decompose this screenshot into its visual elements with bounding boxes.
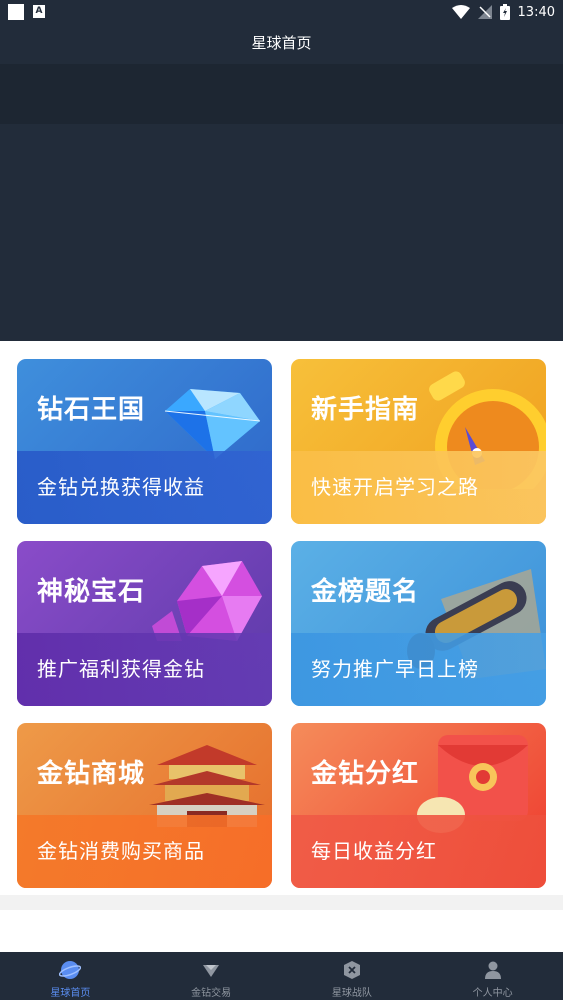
bottom-tab-bar: 星球首页 金钻交易 星球战队 个人中心 [0,952,563,1000]
card-title: 金榜题名 [311,577,420,607]
sub-header [0,64,563,124]
card-diamond-kingdom[interactable]: 钻石王国 金钻兑换获得收益 [17,359,272,524]
wifi-icon [451,5,470,19]
battery-icon [499,4,510,20]
card-mystery-gem[interactable]: 神秘宝石 推广福利获得金钻 [17,541,272,706]
clock: 13:40 [517,4,555,20]
diamond-trade-icon [203,965,220,977]
card-subtitle: 推广福利获得金钻 [37,657,205,681]
notification-icon [8,4,24,20]
status-bar: A 13:40 [0,0,563,24]
page-title: 星球首页 [0,24,563,64]
card-title: 新手指南 [311,395,420,425]
signal-icon [477,5,492,19]
planet-icon [59,961,82,979]
card-title: 钻石王国 [37,395,146,425]
card-gold-dividend[interactable]: 金钻分红 每日收益分红 [291,723,546,888]
tab-diamond-trade[interactable]: 金钻交易 [141,952,282,1000]
divider [0,895,563,910]
app-badge-icon: A [33,5,45,18]
card-subtitle: 努力推广早日上榜 [311,657,479,681]
tab-planet-home[interactable]: 星球首页 [0,952,141,1000]
tab-label: 个人中心 [472,988,513,999]
tab-personal-center[interactable]: 个人中心 [422,952,563,1000]
card-subtitle: 快速开启学习之路 [311,475,479,499]
user-icon [484,961,501,979]
card-title: 金钻分红 [311,759,420,789]
tab-label: 星球战队 [331,988,372,999]
banner-area [0,124,563,341]
team-icon [343,961,360,979]
card-gold-ranking[interactable]: 金榜题名 努力推广早日上榜 [291,541,546,706]
card-title: 神秘宝石 [37,577,146,607]
card-gold-mall[interactable]: 金钻商城 金钻消费购买商品 [17,723,272,888]
tab-planet-team[interactable]: 星球战队 [282,952,423,1000]
card-subtitle: 金钻消费购买商品 [37,839,205,863]
tab-label: 星球首页 [50,988,91,999]
card-beginner-guide[interactable]: 新手指南 快速开启学习之路 [291,359,546,524]
feature-grid: 钻石王国 金钻兑换获得收益 新手指南 快速开启学习之路 神秘宝石 推广福利获得金… [0,341,563,895]
diamond-icon [164,389,261,459]
card-title: 金钻商城 [37,759,146,789]
gem-icon [152,561,262,641]
tab-label: 金钻交易 [191,988,232,999]
card-subtitle: 每日收益分红 [311,839,437,863]
card-subtitle: 金钻兑换获得收益 [37,475,205,499]
status-icons: 13:40 [451,2,555,22]
